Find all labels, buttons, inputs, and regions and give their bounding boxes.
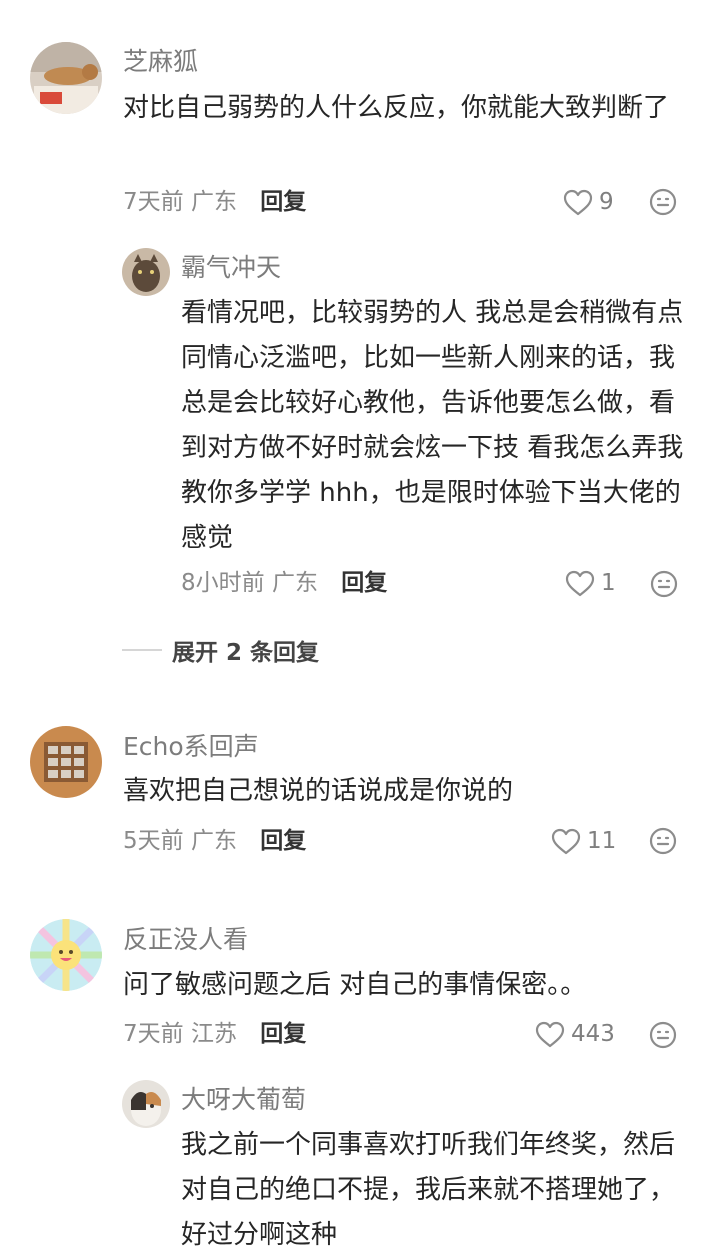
comment-meta: 7天前 江苏 回复 — [123, 1019, 306, 1049]
comment-meta: 7天前 广东 回复 — [123, 187, 306, 217]
comment-username[interactable]: 芝麻狐 — [123, 46, 198, 78]
avatar[interactable] — [122, 248, 170, 296]
avatar-sun-face-image — [30, 919, 102, 991]
heart-outline-icon — [563, 189, 593, 215]
avatar[interactable] — [30, 726, 102, 798]
like-count: 9 — [599, 189, 614, 215]
emoji-button[interactable] — [649, 188, 677, 220]
emoji-button[interactable] — [649, 1021, 677, 1053]
comment-location: 广东 — [190, 189, 237, 215]
comment-text: 问了敏感问题之后 对自己的事情保密。。 — [123, 970, 587, 1000]
neutral-face-icon — [650, 570, 678, 598]
comment-location: 江苏 — [190, 1021, 237, 1047]
avatar-cat-image — [122, 1080, 170, 1128]
like-count: 443 — [571, 1021, 615, 1047]
comment-time: 5天前 — [123, 828, 184, 854]
heart-outline-icon — [535, 1021, 565, 1047]
reply-button[interactable]: 回复 — [341, 570, 387, 596]
comment-time: 7天前 — [123, 1021, 184, 1047]
like-count: 11 — [587, 828, 617, 854]
reply-time: 8小时前 — [181, 570, 265, 596]
like-button[interactable]: 9 — [563, 187, 614, 217]
like-button[interactable]: 1 — [565, 568, 616, 598]
heart-outline-icon — [551, 828, 581, 854]
avatar-cat-image — [122, 248, 170, 296]
like-button[interactable]: 443 — [535, 1019, 615, 1049]
reply-button[interactable]: 回复 — [260, 828, 306, 854]
reply-text: 我之前一个同事喜欢打听我们年终奖，然后对自己的绝口不提，我后来就不搭理她了，好过… — [181, 1130, 676, 1250]
avatar[interactable] — [30, 919, 102, 991]
reply-username[interactable]: 大呀大葡萄 — [181, 1084, 306, 1116]
reply-button[interactable]: 回复 — [260, 189, 306, 215]
comment-time: 7天前 — [123, 189, 184, 215]
like-count: 1 — [601, 570, 616, 596]
comment-text: 对比自己弱势的人什么反应，你就能大致判断了 — [123, 93, 670, 123]
avatar[interactable] — [30, 42, 102, 114]
reply-username[interactable]: 霸气冲天 — [181, 252, 281, 284]
like-button[interactable]: 11 — [551, 826, 616, 856]
reply-meta: 8小时前 广东 回复 — [181, 568, 387, 598]
heart-outline-icon — [565, 570, 595, 596]
reply-button[interactable]: 回复 — [260, 1021, 306, 1047]
comment-meta: 5天前 广东 回复 — [123, 826, 306, 856]
emoji-button[interactable] — [649, 827, 677, 859]
comment-username[interactable]: 反正没人看 — [123, 924, 248, 956]
expand-replies-label: 展开 2 条回复 — [172, 640, 320, 666]
avatar-box-image — [30, 726, 102, 798]
expand-replies-button[interactable]: 展开 2 条回复 — [122, 633, 319, 667]
neutral-face-icon — [649, 827, 677, 855]
expand-divider — [122, 649, 162, 651]
comment-username[interactable]: Echo系回声 — [123, 731, 259, 763]
emoji-button[interactable] — [650, 570, 678, 602]
comment-location: 广东 — [190, 828, 237, 854]
neutral-face-icon — [649, 1021, 677, 1049]
neutral-face-icon — [649, 188, 677, 216]
comment-text: 喜欢把自己想说的话说成是你说的 — [123, 776, 514, 806]
reply-location: 广东 — [271, 570, 318, 596]
avatar-cat-image — [30, 42, 102, 114]
avatar[interactable] — [122, 1080, 170, 1128]
reply-text: 看情况吧，比较弱势的人 我总是会稍微有点同情心泛滥吧，比如一些新人刚来的话，我总… — [181, 298, 684, 553]
